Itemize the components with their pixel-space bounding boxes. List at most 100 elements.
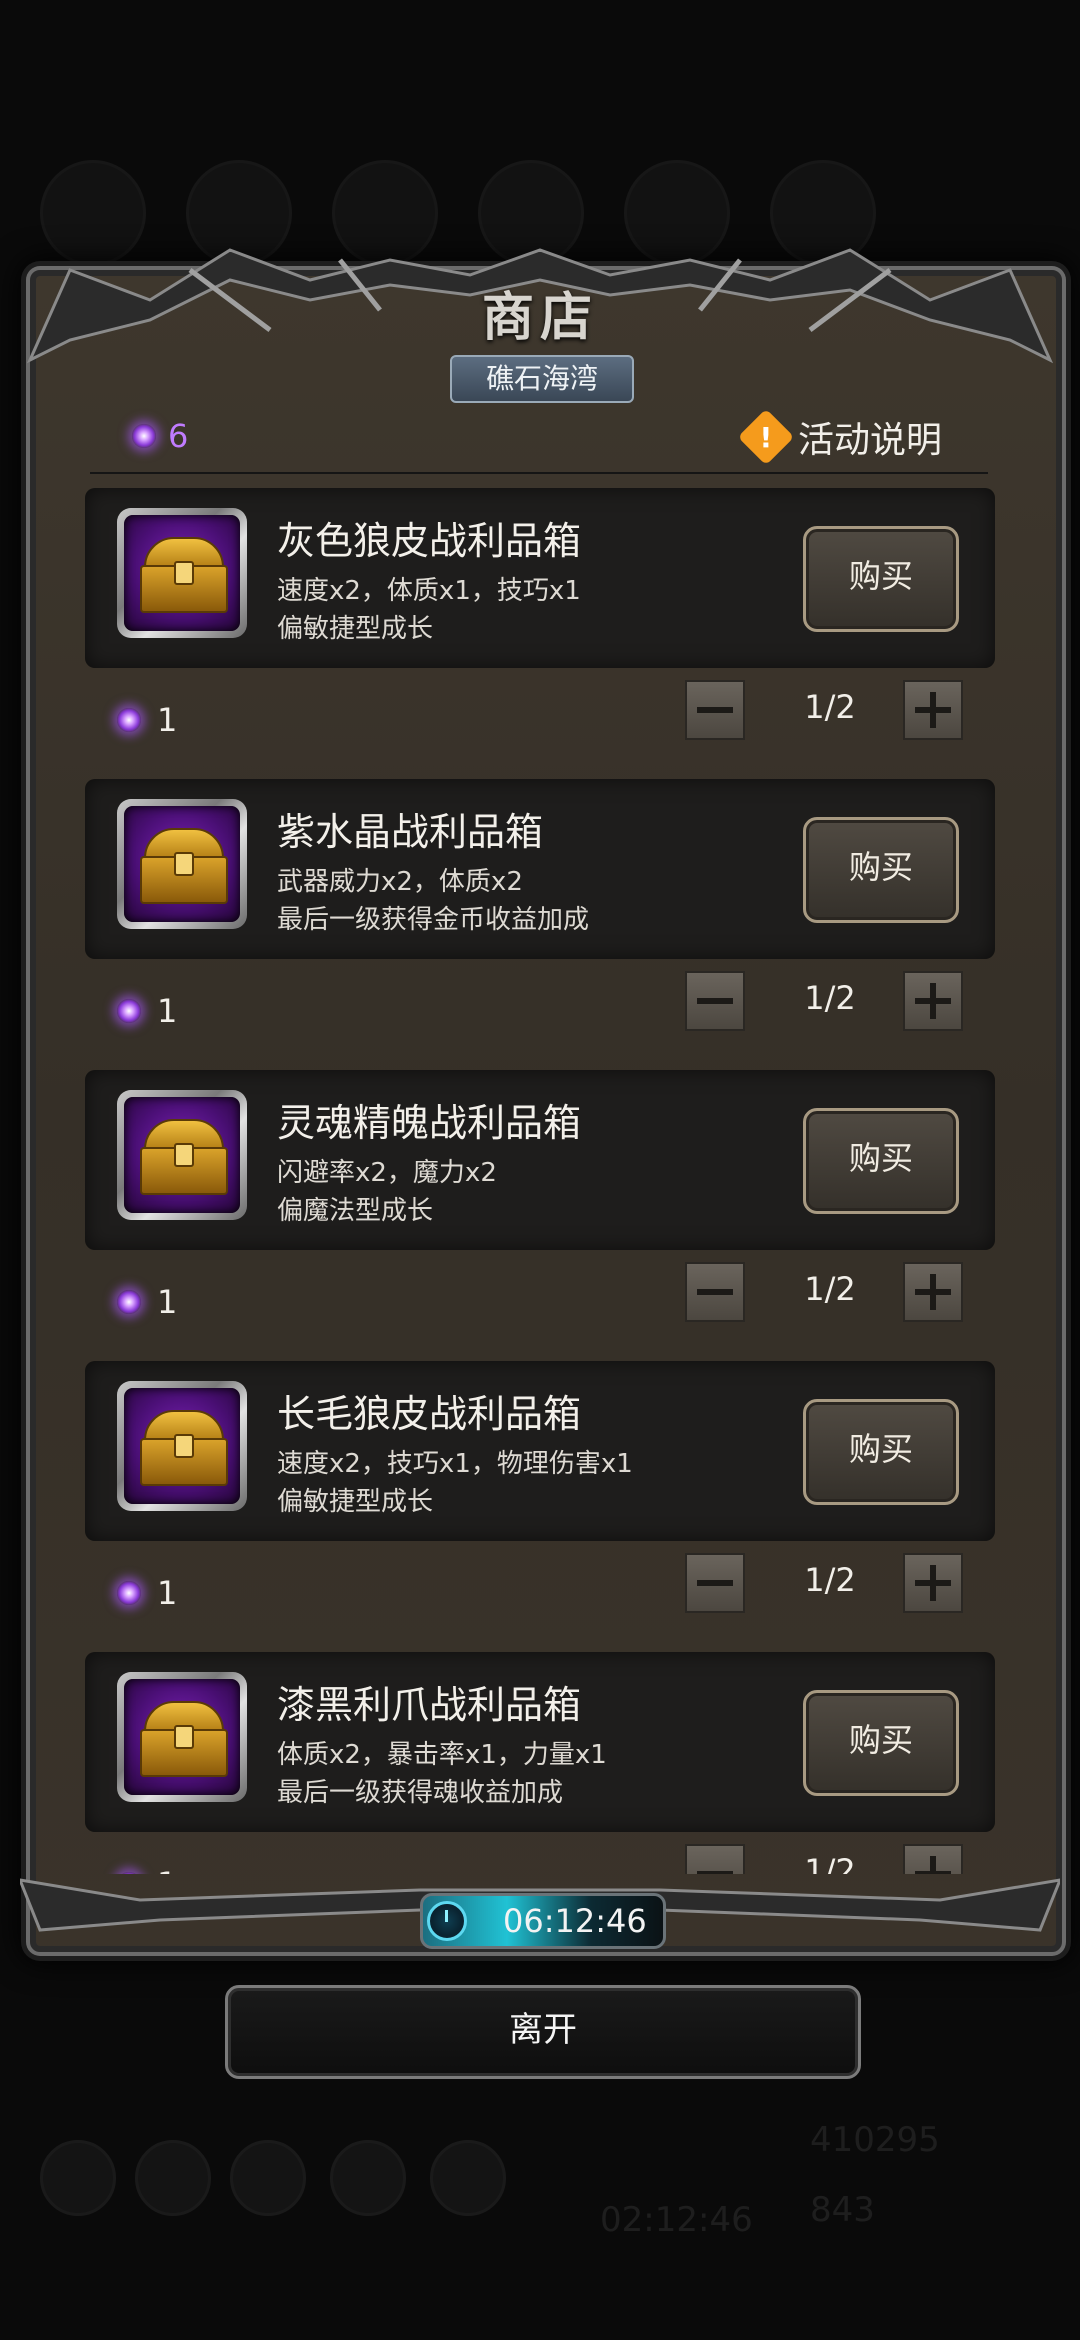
shop-item: 紫水晶战利品箱 武器威力x2，体质x2 最后一级获得金币收益加成 购买 1 1/… xyxy=(85,779,995,1070)
bg-nav-icon xyxy=(430,2140,506,2216)
bg-gold-value: 410295 xyxy=(810,2120,940,2160)
buy-button[interactable]: 购买 xyxy=(803,1690,959,1796)
background-toolbar xyxy=(40,160,1040,266)
item-stats: 速度x2，技巧x1，物理伤害x1 xyxy=(277,1449,633,1479)
item-icon-frame xyxy=(117,1381,247,1511)
item-icon-frame xyxy=(117,508,247,638)
purple-orb-icon xyxy=(117,708,141,732)
quantity-counter: 1/2 xyxy=(804,979,856,1017)
item-price: 1 xyxy=(117,991,177,1031)
increase-quantity-button[interactable] xyxy=(903,1262,963,1322)
location-badge: 礁石海湾 xyxy=(450,355,634,403)
decrease-quantity-button[interactable] xyxy=(685,1844,745,1874)
treasure-chest-icon xyxy=(140,828,228,904)
bg-nav-icon xyxy=(40,2140,116,2216)
increase-quantity-button[interactable] xyxy=(903,1553,963,1613)
item-price: 1 xyxy=(117,1573,177,1613)
treasure-chest-icon xyxy=(140,537,228,613)
shop-item: 灰色狼皮战利品箱 速度x2，体质x1，技巧x1 偏敏捷型成长 购买 1 1/2 xyxy=(85,488,995,779)
increase-quantity-button[interactable] xyxy=(903,680,963,740)
item-name: 灵魂精魄战利品箱 xyxy=(277,1101,582,1145)
decrease-quantity-button[interactable] xyxy=(685,680,745,740)
item-price: 1 xyxy=(117,1282,177,1322)
item-stats: 闪避率x2，魔力x2 xyxy=(277,1158,497,1188)
minus-icon xyxy=(697,707,733,713)
background-bottom-bar: 410295 843 02:12:46 xyxy=(30,2120,1050,2260)
activity-label: 活动说明 xyxy=(797,420,942,461)
bg-menu-icon xyxy=(770,160,876,266)
item-price: 1 xyxy=(117,1864,177,1874)
item-name: 紫水晶战利品箱 xyxy=(277,810,544,854)
item-name: 灰色狼皮战利品箱 xyxy=(277,519,582,563)
shop-title: 商店 xyxy=(481,287,598,348)
price-value: 1 xyxy=(157,992,178,1030)
timer-text: 06:12:46 xyxy=(503,1902,647,1940)
bg-menu-icon xyxy=(332,160,438,266)
buy-button[interactable]: 购买 xyxy=(803,817,959,923)
plus-icon xyxy=(915,1274,951,1310)
shop-item: 漆黑利爪战利品箱 体质x2，暴击率x1，力量x1 最后一级获得魂收益加成 购买 … xyxy=(85,1652,995,1874)
price-value: 1 xyxy=(157,1865,177,1874)
item-name: 漆黑利爪战利品箱 xyxy=(277,1683,582,1727)
bg-timer: 02:12:46 xyxy=(600,2200,753,2240)
decrease-quantity-button[interactable] xyxy=(685,1262,745,1322)
treasure-chest-icon xyxy=(140,1410,228,1486)
minus-icon xyxy=(697,1580,733,1586)
increase-quantity-button[interactable] xyxy=(903,971,963,1031)
price-value: 1 xyxy=(157,701,178,739)
item-growth: 偏敏捷型成长 xyxy=(277,1487,434,1517)
purple-orb-icon xyxy=(117,1581,141,1605)
item-name: 长毛狼皮战利品箱 xyxy=(277,1392,582,1436)
increase-quantity-button[interactable] xyxy=(903,1844,963,1874)
currency-value: 6 xyxy=(168,417,189,455)
decrease-quantity-button[interactable] xyxy=(685,971,745,1031)
bg-nav-icon xyxy=(135,2140,211,2216)
item-card: 漆黑利爪战利品箱 体质x2，暴击率x1，力量x1 最后一级获得魂收益加成 购买 xyxy=(85,1652,995,1832)
treasure-chest-icon xyxy=(140,1701,228,1777)
buy-button[interactable]: 购买 xyxy=(803,1399,959,1505)
item-stats: 速度x2，体质x1，技巧x1 xyxy=(277,576,581,606)
buy-button[interactable]: 购买 xyxy=(803,1108,959,1214)
decrease-quantity-button[interactable] xyxy=(685,1553,745,1613)
quantity-counter: 1/2 xyxy=(804,688,856,726)
item-card: 紫水晶战利品箱 武器威力x2，体质x2 最后一级获得金币收益加成 购买 xyxy=(85,779,995,959)
clock-icon xyxy=(427,1901,467,1941)
item-icon-frame xyxy=(117,1090,247,1220)
warning-diamond-icon: ! xyxy=(737,408,795,466)
item-growth: 偏敏捷型成长 xyxy=(277,614,434,644)
quantity-counter: 1/2 xyxy=(804,1270,856,1308)
header-divider xyxy=(90,472,988,474)
plus-icon xyxy=(915,1856,951,1874)
item-card: 灵魂精魄战利品箱 闪避率x2，魔力x2 偏魔法型成长 购买 xyxy=(85,1070,995,1250)
purple-orb-icon xyxy=(117,1872,141,1874)
refresh-timer: 06:12:46 xyxy=(420,1893,666,1949)
bg-nav-icon xyxy=(230,2140,306,2216)
item-growth: 最后一级获得魂收益加成 xyxy=(277,1778,564,1808)
bg-menu-icon xyxy=(40,160,146,266)
bg-menu-icon xyxy=(478,160,584,266)
shop-item-list[interactable]: 灰色狼皮战利品箱 速度x2，体质x1，技巧x1 偏敏捷型成长 购买 1 1/2 … xyxy=(85,488,995,1874)
activity-info-button[interactable]: ! 活动说明 xyxy=(737,408,942,466)
item-price: 1 xyxy=(117,700,177,740)
item-growth: 最后一级获得金币收益加成 xyxy=(277,905,590,935)
price-value: 1 xyxy=(157,1574,178,1612)
minus-icon xyxy=(697,998,733,1004)
currency-display: 6 xyxy=(132,412,188,460)
minus-icon xyxy=(697,1871,733,1874)
purple-orb-icon xyxy=(117,999,141,1023)
buy-button[interactable]: 购买 xyxy=(803,526,959,632)
shop-item: 长毛狼皮战利品箱 速度x2，技巧x1，物理伤害x1 偏敏捷型成长 购买 1 1/… xyxy=(85,1361,995,1652)
item-stats: 体质x2，暴击率x1，力量x1 xyxy=(277,1740,607,1770)
bg-menu-icon xyxy=(624,160,730,266)
plus-icon xyxy=(915,692,951,728)
treasure-chest-icon xyxy=(140,1119,228,1195)
minus-icon xyxy=(697,1289,733,1295)
bg-nav-icon xyxy=(330,2140,406,2216)
item-growth: 偏魔法型成长 xyxy=(277,1196,434,1226)
item-icon-frame xyxy=(117,799,247,929)
bg-menu-icon xyxy=(186,160,292,266)
leave-button[interactable]: 离开 xyxy=(225,1985,861,2079)
quantity-counter: 1/2 xyxy=(804,1561,856,1599)
purple-orb-icon xyxy=(132,424,156,448)
shop-item: 灵魂精魄战利品箱 闪避率x2，魔力x2 偏魔法型成长 购买 1 1/2 xyxy=(85,1070,995,1361)
